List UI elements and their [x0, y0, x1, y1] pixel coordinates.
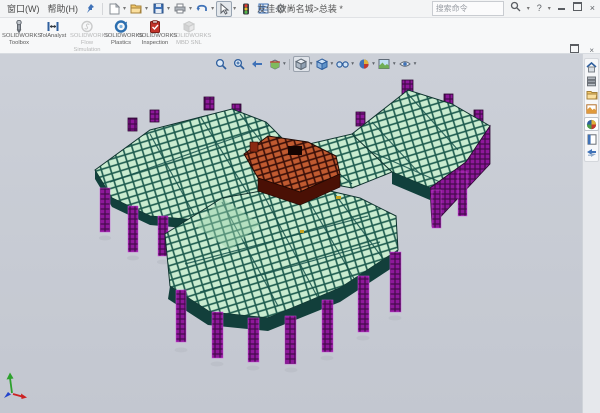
- tab-solidworks-inspection[interactable]: SOLIDWORKS Inspection: [138, 19, 172, 47]
- appearances-scenes-icon[interactable]: [584, 117, 599, 131]
- tolanalyst-icon: [46, 20, 60, 33]
- hide-show-items-icon[interactable]: [334, 56, 351, 72]
- pin-menubar-icon[interactable]: [85, 3, 96, 14]
- titlebar-right-group: ▾ ? ▾ ×: [432, 1, 597, 16]
- help-icon[interactable]: ?: [535, 2, 544, 15]
- document-close-button[interactable]: ×: [587, 44, 596, 57]
- menu-help[interactable]: 帮助(H): [44, 2, 83, 15]
- view-palette-icon[interactable]: [585, 103, 598, 115]
- dropdown-caret[interactable]: ▾: [211, 5, 214, 12]
- model-bottom-wing[interactable]: [165, 184, 402, 373]
- file-properties-icon[interactable]: [255, 1, 271, 17]
- design-library-icon[interactable]: [585, 75, 598, 87]
- save-icon[interactable]: [150, 1, 166, 17]
- command-manager-row: SOLIDWORKS Toolbox TolAnalyst SOLIDWORKS…: [0, 18, 600, 54]
- task-pane: [582, 54, 600, 413]
- previous-view-icon[interactable]: [248, 56, 265, 72]
- tab-solidworks-mbd-snl: SOLIDWORKS MBD SNL: [172, 19, 206, 47]
- dropdown-caret[interactable]: ▾: [167, 5, 170, 12]
- inspection-icon: [148, 20, 162, 33]
- apply-scene-icon[interactable]: [376, 56, 393, 72]
- zoom-to-area-icon[interactable]: [230, 56, 247, 72]
- zoom-to-fit-icon[interactable]: [212, 56, 229, 72]
- model-3d-view[interactable]: [0, 54, 600, 413]
- apply-scene-caret[interactable]: ▾: [393, 61, 396, 67]
- dropdown-caret[interactable]: ▾: [145, 5, 148, 12]
- edit-appearance-caret[interactable]: ▾: [372, 61, 375, 67]
- title-bar: 窗口(W) 帮助(H) ▾ ▾ ▾ ▾ ▾ ▾ ▾ 友佳.欧尚名城>总装 * ▾…: [0, 0, 600, 18]
- menu-window[interactable]: 窗口(W): [3, 2, 44, 15]
- view-settings-caret[interactable]: ▾: [414, 61, 417, 67]
- flow-simulation-icon: [80, 20, 94, 33]
- tab-label: SOLIDWORKS Flow Simulation: [70, 33, 109, 53]
- view-orientation-icon[interactable]: [293, 56, 310, 72]
- reference-triad: [2, 371, 32, 399]
- plastics-icon: [114, 20, 128, 33]
- view-orientation-caret[interactable]: ▾: [310, 61, 313, 67]
- dropdown-caret[interactable]: ▾: [123, 5, 126, 12]
- help-caret[interactable]: ▾: [548, 5, 551, 12]
- open-icon[interactable]: [128, 1, 144, 17]
- toolbox-icon: [12, 20, 26, 33]
- search-scope-caret[interactable]: ▾: [527, 5, 530, 12]
- tab-solidworks-toolbox[interactable]: SOLIDWORKS Toolbox: [2, 19, 36, 47]
- print-icon[interactable]: [172, 1, 188, 17]
- quick-access-toolbar: ▾ ▾ ▾ ▾ ▾ ▾ ▾: [106, 1, 293, 17]
- options-gear-icon[interactable]: [272, 1, 288, 17]
- select-tool-icon[interactable]: [216, 1, 232, 17]
- file-explorer-icon[interactable]: [585, 89, 598, 101]
- section-view-icon[interactable]: [266, 56, 283, 72]
- undo-icon[interactable]: [194, 1, 210, 17]
- tab-tolanalyst[interactable]: TolAnalyst: [36, 19, 70, 40]
- display-style-caret[interactable]: ▾: [331, 61, 334, 67]
- dropdown-caret[interactable]: ▾: [233, 5, 236, 12]
- solidworks-forum-icon[interactable]: [585, 147, 598, 159]
- restore-button[interactable]: [571, 2, 584, 15]
- tab-solidworks-flow-simulation: SOLIDWORKS Flow Simulation: [70, 19, 104, 54]
- section-caret[interactable]: ▾: [283, 61, 286, 67]
- document-window-controls: ×: [568, 44, 596, 57]
- mbd-icon: [182, 20, 196, 33]
- solidworks-resources-icon[interactable]: [585, 61, 598, 73]
- hide-show-caret[interactable]: ▾: [351, 61, 354, 67]
- search-icon[interactable]: [508, 1, 523, 16]
- heads-up-view-toolbar: ▾ ▾ ▾ ▾ ▾ ▾ ▾: [212, 56, 416, 72]
- dropdown-caret[interactable]: ▾: [189, 5, 192, 12]
- document-restore-button[interactable]: [568, 44, 581, 57]
- new-document-icon[interactable]: [106, 1, 122, 17]
- minimize-button[interactable]: [556, 2, 567, 15]
- display-style-icon[interactable]: [314, 56, 331, 72]
- toolbar-overflow-caret[interactable]: ▾: [289, 5, 292, 12]
- hud-separator: [289, 59, 290, 70]
- toolbar-separator: [102, 3, 103, 15]
- search-input[interactable]: [432, 1, 504, 16]
- tab-label: SOLIDWORKS MBD SNL: [172, 33, 211, 46]
- close-button[interactable]: ×: [588, 2, 597, 15]
- custom-properties-icon[interactable]: [585, 133, 598, 145]
- task-pane-tabs: [584, 58, 599, 162]
- edit-appearance-icon[interactable]: [355, 56, 372, 72]
- rebuild-traffic-light-icon[interactable]: [238, 1, 254, 17]
- graphics-area[interactable]: ▾ ▾ ▾ ▾ ▾ ▾ ▾: [0, 54, 600, 413]
- view-settings-icon[interactable]: [397, 56, 414, 72]
- tab-label: TolAnalyst: [40, 33, 66, 39]
